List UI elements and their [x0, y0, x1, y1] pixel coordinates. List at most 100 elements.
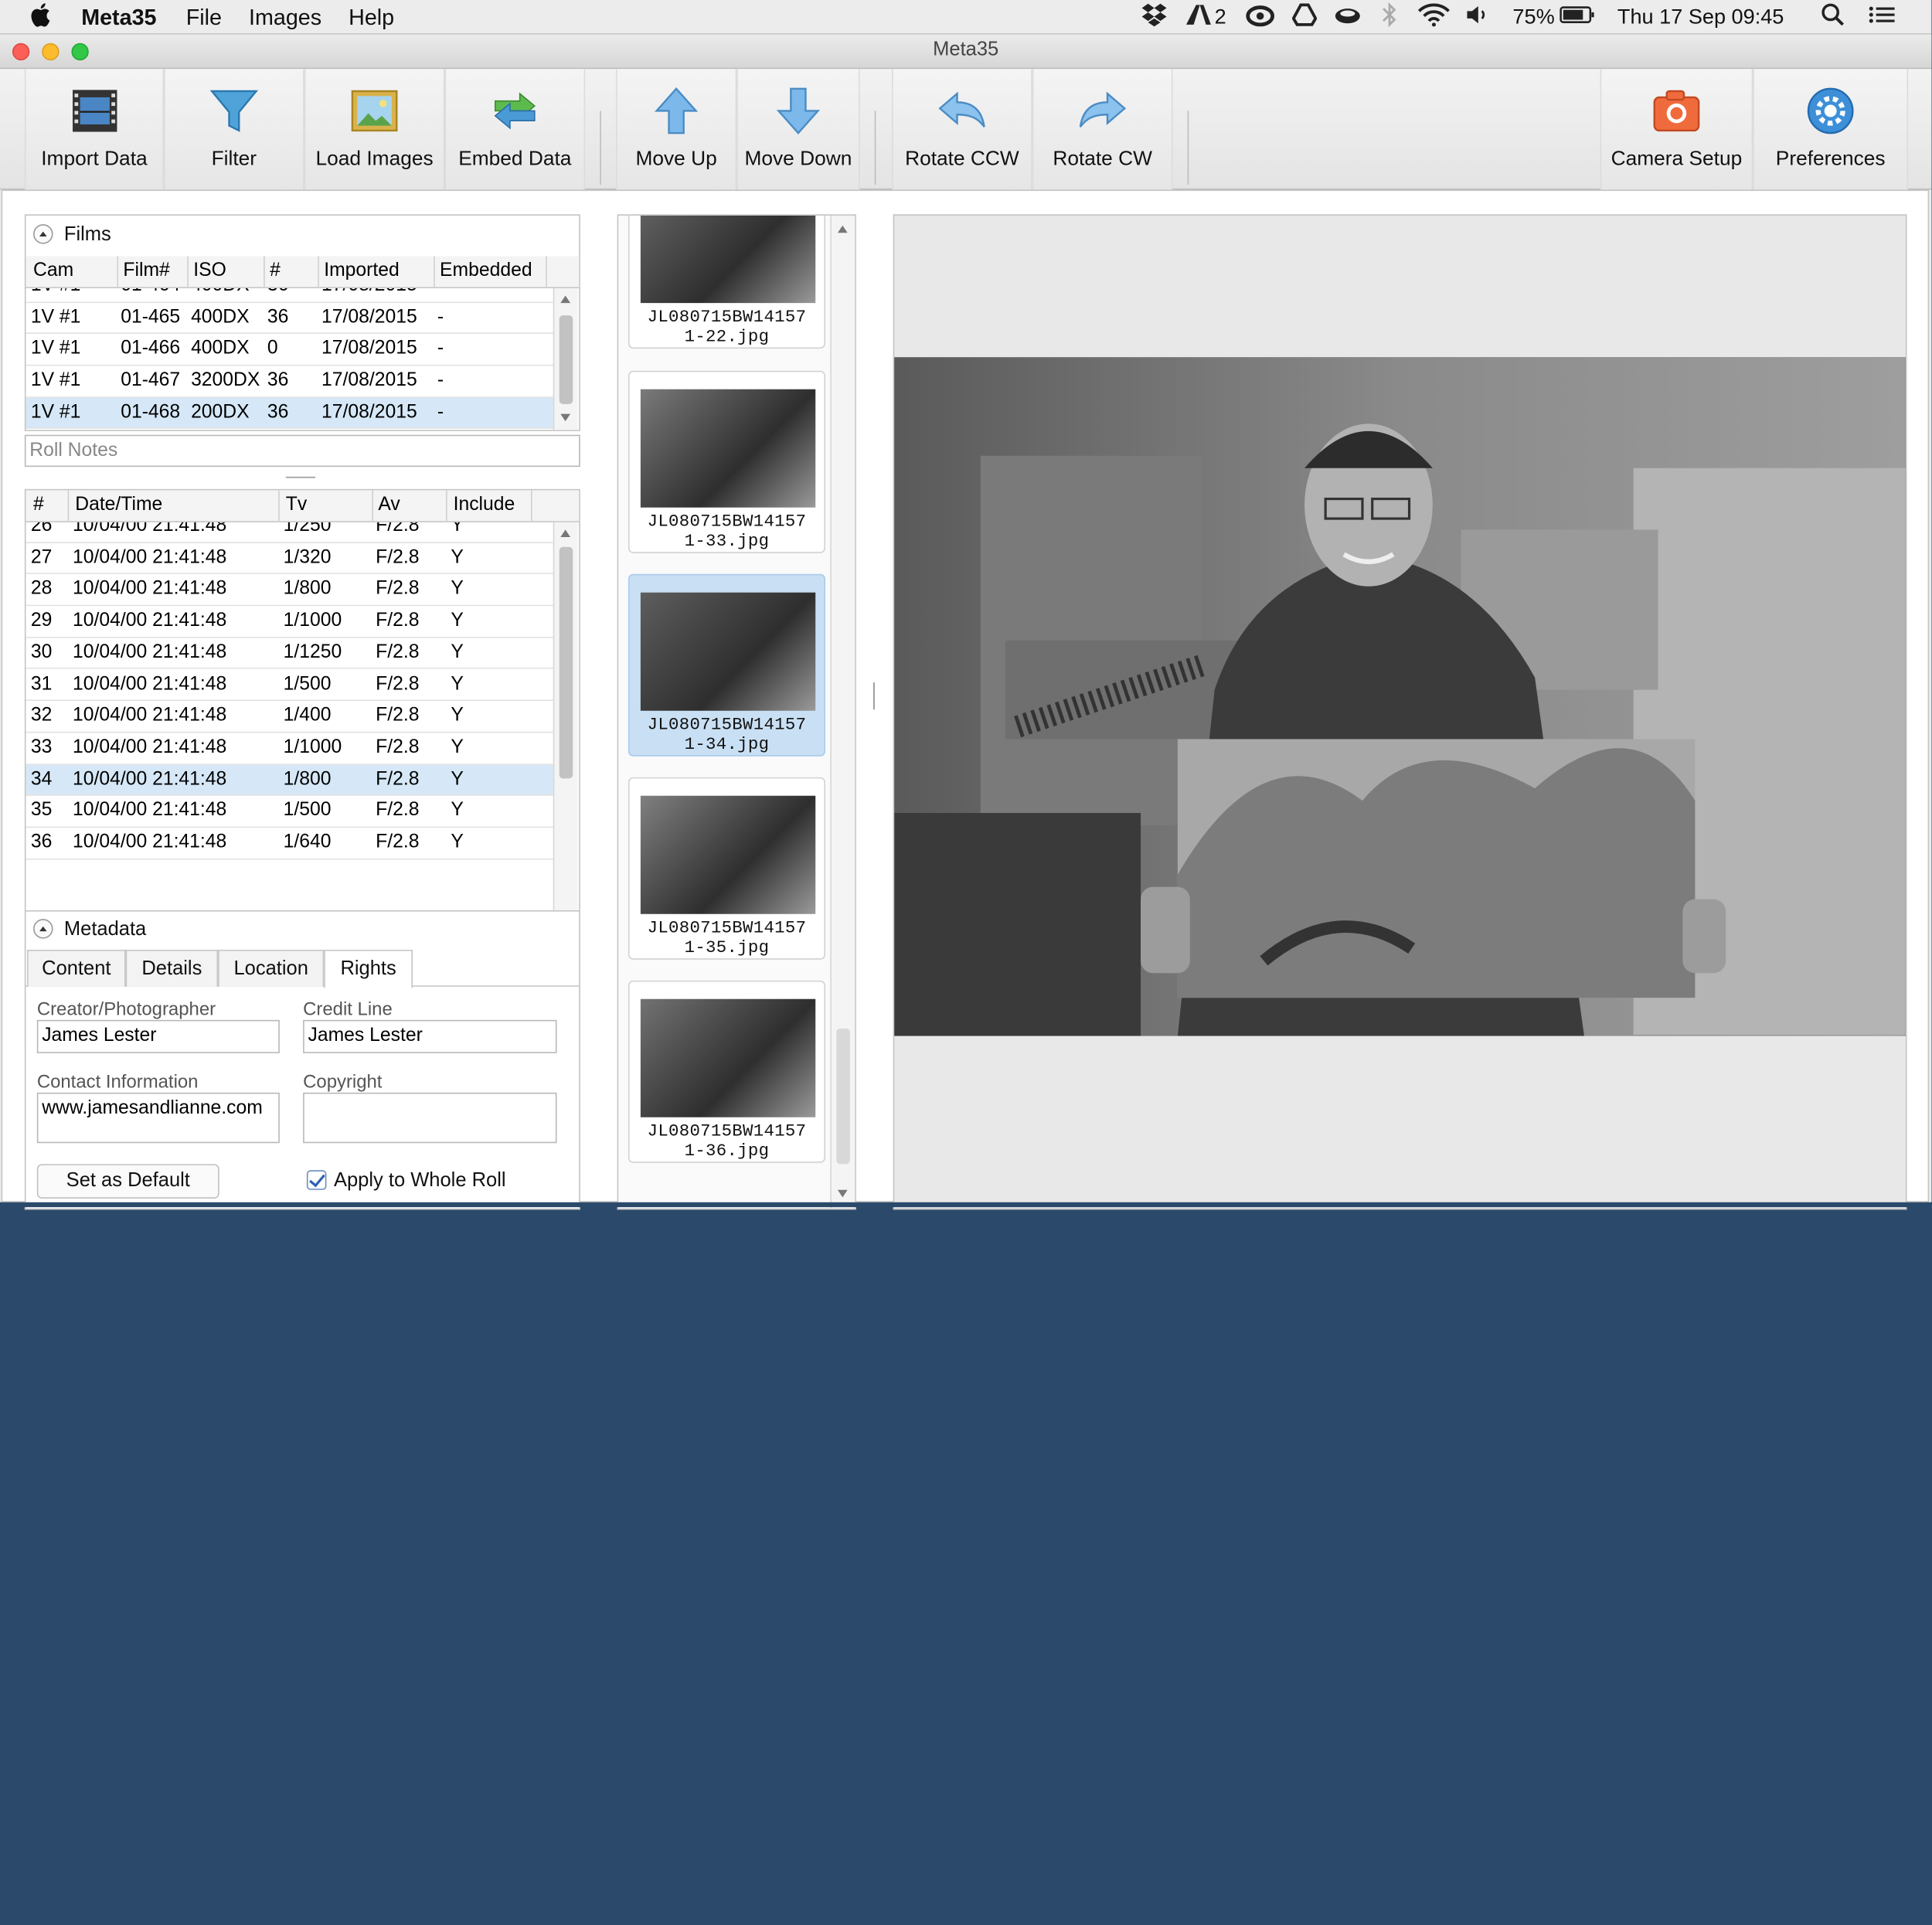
splitter-handle[interactable]: [873, 682, 875, 710]
notification-center-icon[interactable]: [1868, 2, 1897, 36]
filter-button[interactable]: Filter: [164, 69, 304, 190]
import-data-button[interactable]: Import Data: [24, 69, 165, 190]
thumbnail[interactable]: JL080715BW14157 1-36.jpg: [628, 980, 825, 1163]
credit-line-label: Credit Line: [303, 998, 393, 1020]
frame-row[interactable]: 27 10/04/00 21:41:48 1/320 F/2.8 Y: [26, 542, 553, 575]
column-header[interactable]: Date/Time: [75, 494, 162, 516]
film-row[interactable]: 1V #1 01-468 200DX 36 17/08/2015-: [26, 397, 553, 430]
rotate-ccw-button[interactable]: Rotate CCW: [892, 69, 1032, 190]
film-row[interactable]: 1V #1 01-466 400DX 0 17/08/2015-: [26, 335, 553, 366]
roll-notes-input[interactable]: Roll Notes: [24, 434, 580, 468]
rotate-cw-label: Rotate CW: [1053, 148, 1152, 170]
column-header[interactable]: Film#: [123, 260, 169, 282]
column-header[interactable]: Tv: [286, 494, 307, 516]
thumbnail-filename-ext: 1-34.jpg: [684, 735, 770, 756]
column-header[interactable]: Av: [378, 494, 400, 516]
creator-field[interactable]: James Lester: [36, 1019, 280, 1053]
file-menu[interactable]: File: [186, 2, 222, 32]
column-header[interactable]: Embedded: [440, 260, 532, 282]
rotate-cw-button[interactable]: Rotate CW: [1032, 69, 1173, 190]
frame-cell: F/2.8: [376, 673, 420, 695]
clock[interactable]: Thu 17 Sep 09:45: [1617, 2, 1784, 32]
column-header[interactable]: #: [270, 260, 281, 282]
frame-row[interactable]: 34 10/04/00 21:41:48 1/800 F/2.8 Y: [26, 764, 553, 797]
frame-row[interactable]: 36 10/04/00 21:41:48 1/640 F/2.8 Y: [26, 828, 553, 860]
move-up-button[interactable]: Move Up: [616, 69, 737, 190]
google-drive-icon[interactable]: [1291, 2, 1318, 36]
frame-row[interactable]: 28 10/04/00 21:41:48 1/800 F/2.8 Y: [26, 574, 553, 607]
frame-cell: F/2.8: [376, 578, 420, 600]
column-header[interactable]: Include: [454, 494, 515, 516]
frame-cell: 27: [30, 546, 53, 568]
frame-cell: F/2.8: [376, 546, 420, 568]
frame-row[interactable]: 33 10/04/00 21:41:48 1/1000 F/2.8 Y: [26, 733, 553, 765]
spotlight-search-icon[interactable]: [1821, 2, 1845, 36]
frame-cell: F/2.8: [376, 831, 420, 853]
metadata-collapse-icon[interactable]: [33, 919, 53, 939]
tab-details[interactable]: Details: [125, 949, 219, 987]
column-header[interactable]: Imported: [324, 260, 400, 282]
tab-content[interactable]: Content: [27, 949, 126, 987]
column-header[interactable]: ISO: [193, 260, 226, 282]
film-cell: 17/08/2015: [321, 401, 417, 423]
app-menu[interactable]: Meta35: [81, 2, 156, 32]
film-row[interactable]: 1V #1 01-465 400DX 36 17/08/2015-: [26, 303, 553, 335]
credit-line-field[interactable]: James Lester: [303, 1019, 557, 1053]
film-row[interactable]: 1V #1 01-464 400DX 36 17/08/2015 -: [26, 288, 553, 303]
frame-row[interactable]: 26 10/04/00 21:41:48 1/250 F/2.8 Y: [26, 522, 553, 543]
set-as-default-button[interactable]: Set as Default: [36, 1164, 219, 1199]
thumbnail[interactable]: JL080715BW14157 1-33.jpg: [628, 370, 825, 553]
film-cell: 400DX: [191, 338, 250, 359]
apple-menu-icon[interactable]: [31, 2, 53, 34]
thumbnail[interactable]: JL080715BW14157 1-35.jpg: [628, 777, 825, 960]
column-header[interactable]: #: [33, 494, 44, 516]
adobe-icon[interactable]: [1185, 2, 1212, 36]
split-handle[interactable]: [285, 476, 316, 478]
frame-cell: 1/640: [283, 831, 332, 853]
preferences-button[interactable]: Preferences: [1753, 69, 1909, 190]
thumbnail-scrollbar[interactable]: [830, 215, 855, 1209]
coffee-icon[interactable]: [1334, 2, 1361, 36]
films-scrollbar[interactable]: [553, 287, 578, 430]
dropbox-icon[interactable]: [1141, 2, 1168, 36]
frame-cell: 1/1000: [283, 736, 342, 758]
column-header[interactable]: Cam: [33, 260, 73, 282]
images-menu[interactable]: Images: [249, 2, 321, 32]
frame-row[interactable]: 31 10/04/00 21:41:48 1/500 F/2.8 Y: [26, 669, 553, 702]
help-menu[interactable]: Help: [349, 2, 394, 32]
film-row[interactable]: 1V #1 01-467 3200DX 36 17/08/2015-: [26, 366, 553, 398]
film-cell: 1V #1: [31, 288, 81, 297]
battery-icon[interactable]: [1560, 2, 1597, 36]
frame-cell: Y: [451, 831, 464, 853]
load-images-button[interactable]: Load Images: [304, 69, 445, 190]
frame-cell: 31: [30, 673, 53, 695]
tab-location[interactable]: Location: [218, 949, 325, 987]
creative-cloud-icon[interactable]: [1246, 2, 1275, 36]
wifi-icon[interactable]: [1417, 2, 1450, 36]
main-window: Meta35 Import Data Filter Load Images Em…: [0, 34, 1932, 1210]
frame-row[interactable]: 29 10/04/00 21:41:48 1/1000 F/2.8 Y: [26, 606, 553, 638]
bluetooth-icon[interactable]: [1381, 2, 1398, 36]
copyright-label: Copyright: [303, 1071, 383, 1093]
frame-cell: 10/04/00 21:41:48: [73, 610, 227, 631]
thumbnail-filename: JL080715BW14157: [647, 512, 807, 532]
copyright-field[interactable]: [303, 1092, 557, 1144]
frame-cell: Y: [451, 522, 464, 536]
frame-cell: 1/500: [283, 673, 332, 695]
thumbnail[interactable]: JL080715BW14157 1-22.jpg: [628, 215, 825, 349]
thumbnail-filename: JL080715BW14157: [647, 919, 807, 939]
contact-information-field[interactable]: www.jamesandlianne.com: [36, 1092, 280, 1144]
frame-row[interactable]: 32 10/04/00 21:41:48 1/400 F/2.8 Y: [26, 701, 553, 733]
apply-to-whole-roll-checkbox[interactable]: [306, 1170, 327, 1190]
move-down-button[interactable]: Move Down: [736, 69, 860, 190]
tab-rights[interactable]: Rights: [324, 949, 413, 988]
embed-data-button[interactable]: Embed Data: [444, 69, 586, 190]
camera-setup-button[interactable]: Camera Setup: [1600, 69, 1753, 190]
volume-icon[interactable]: [1464, 2, 1492, 36]
frame-row[interactable]: 30 10/04/00 21:41:48 1/1250 F/2.8 Y: [26, 638, 553, 670]
film-cell: 01-465: [121, 306, 181, 328]
apply-to-whole-roll-label[interactable]: Apply to Whole Roll: [334, 1170, 506, 1192]
thumbnail[interactable]: JL080715BW14157 1-34.jpg: [628, 573, 825, 757]
frame-row[interactable]: 35 10/04/00 21:41:48 1/500 F/2.8 Y: [26, 796, 553, 828]
films-collapse-icon[interactable]: [33, 224, 53, 244]
